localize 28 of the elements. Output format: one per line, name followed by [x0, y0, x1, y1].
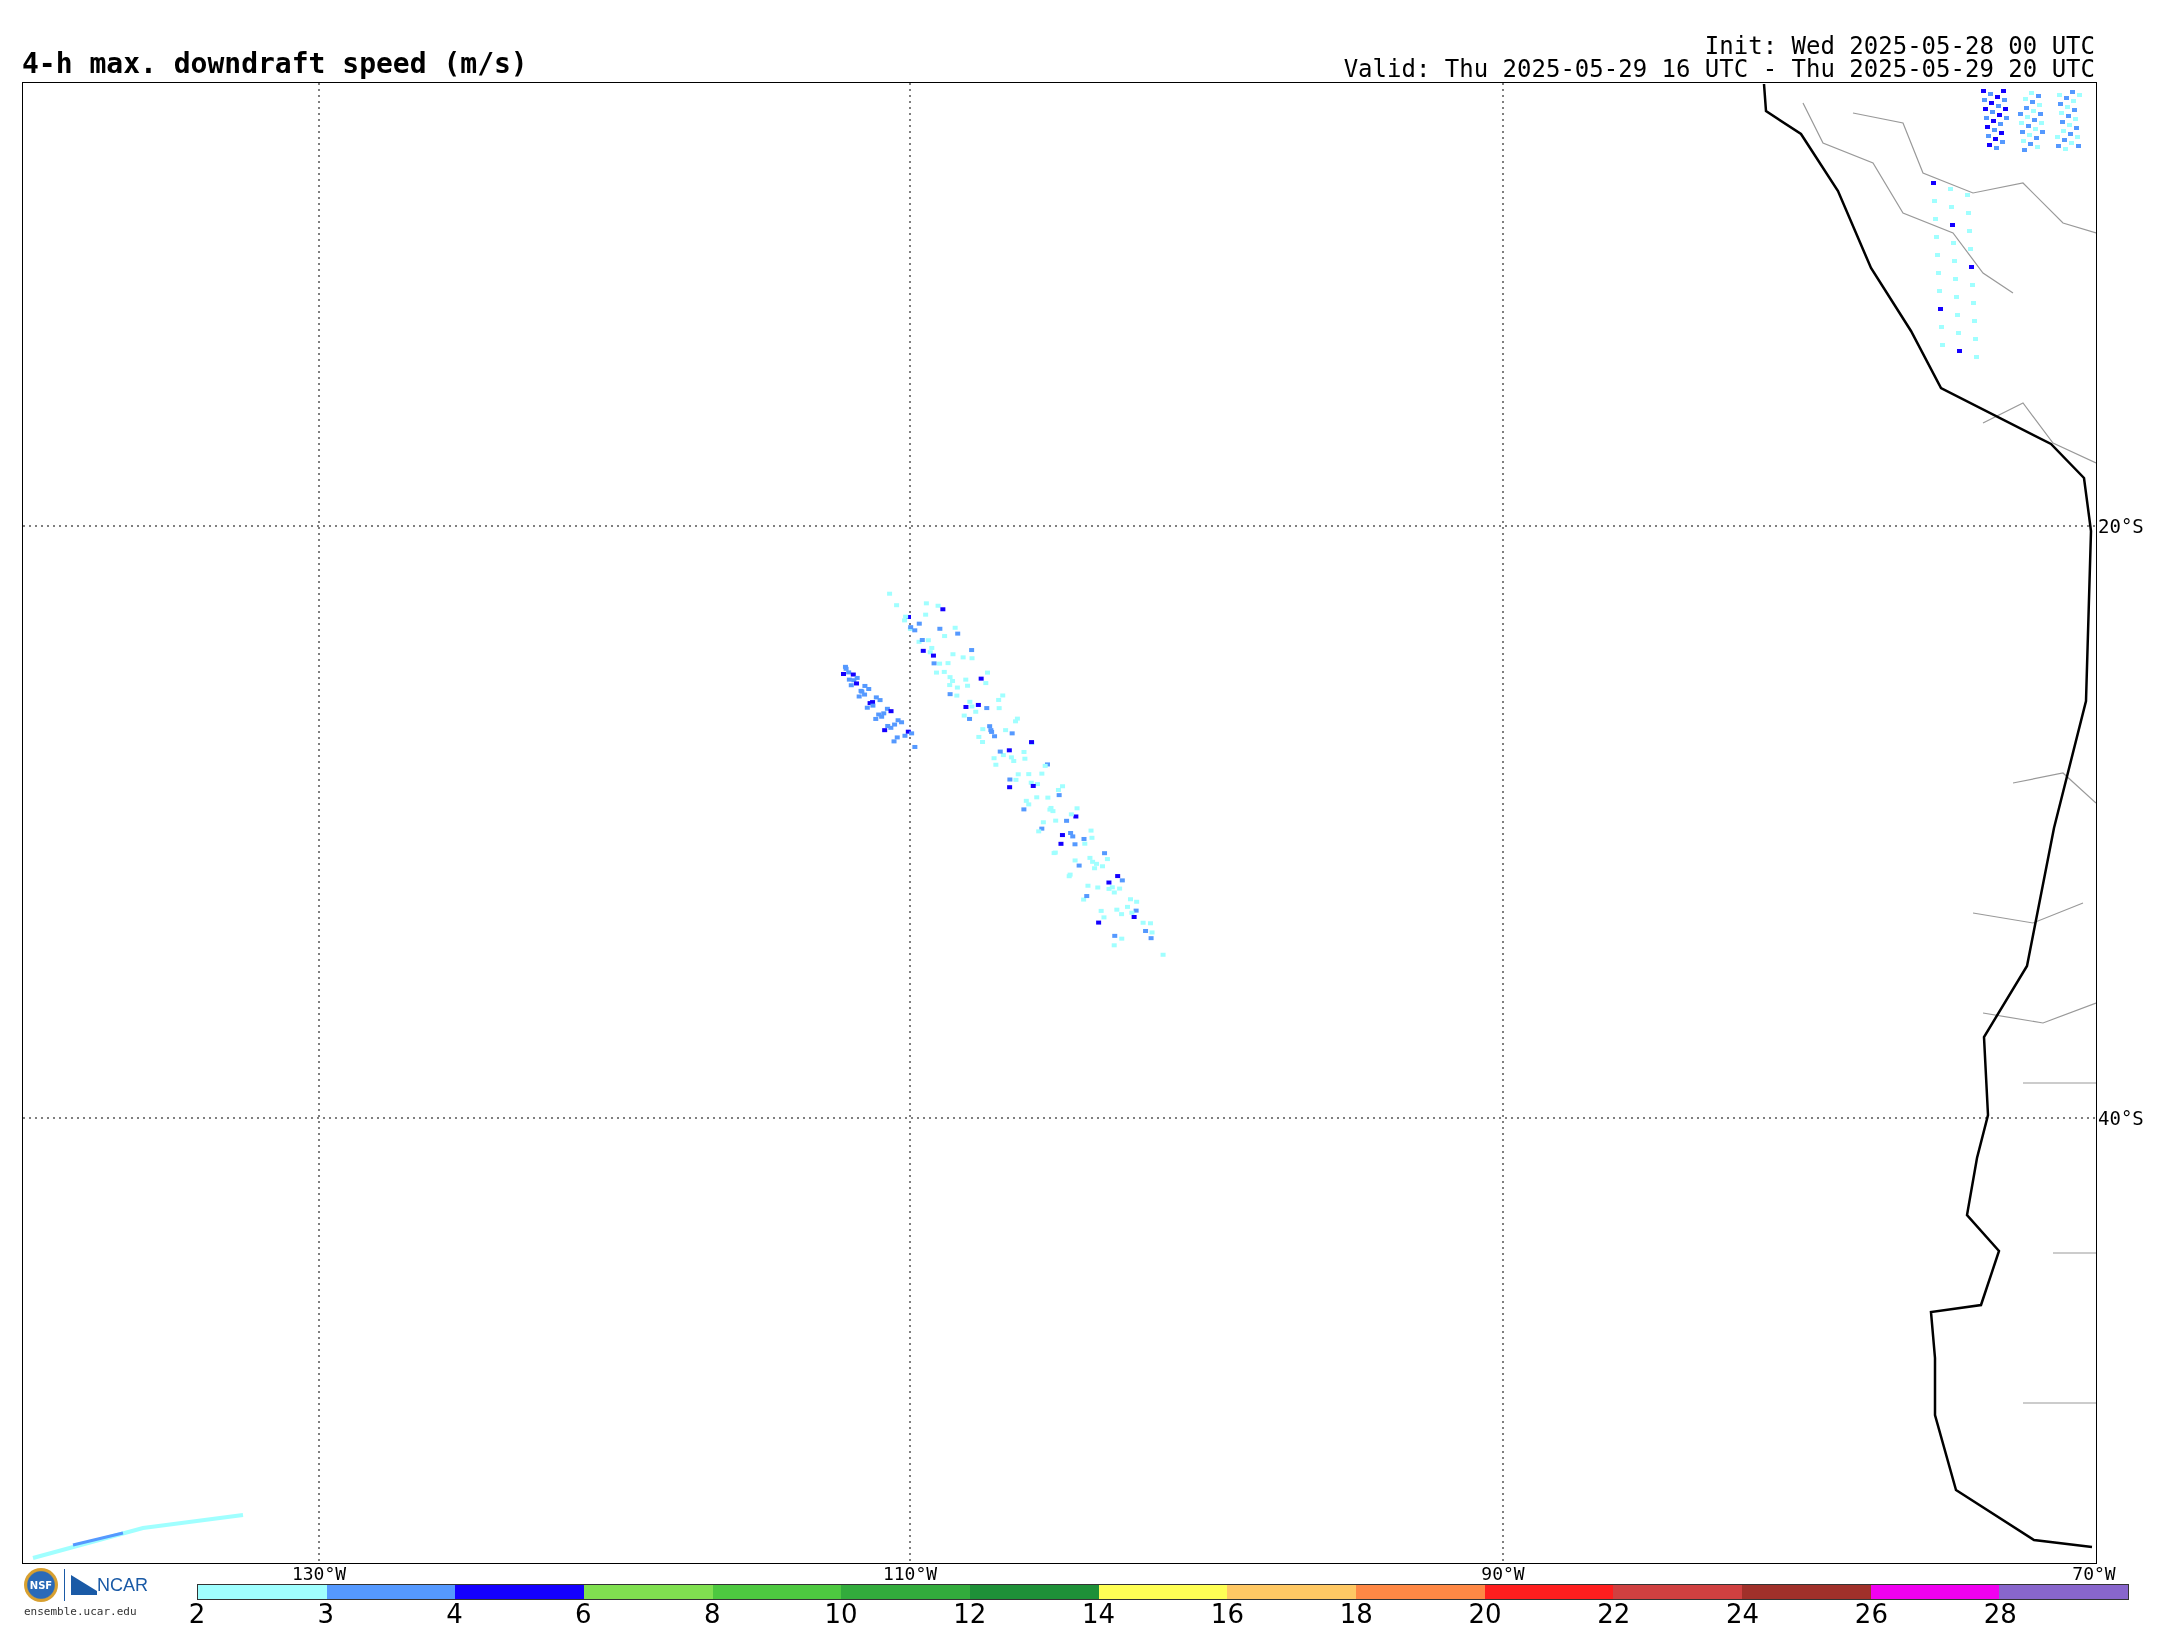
- colorbar-tick-label: 12: [953, 1600, 987, 1626]
- colorbar-tick-label: 26: [1854, 1600, 1888, 1626]
- seal-logo: NSF: [24, 1568, 58, 1602]
- latitude-label: 40°S: [2098, 1107, 2144, 1129]
- colorbar-tick-label: 8: [703, 1600, 721, 1626]
- colorbar-tick-label: 24: [1726, 1600, 1760, 1626]
- longitude-label: 110°W: [882, 1565, 938, 1582]
- site-url: ensemble.ucar.edu: [24, 1605, 137, 1618]
- colorbar-tick-label: 16: [1210, 1600, 1244, 1626]
- latitude-label: 20°S: [2098, 515, 2144, 537]
- colorbar-tick-label: 22: [1597, 1600, 1631, 1626]
- longitude-label: 90°W: [1481, 1565, 1525, 1582]
- colorbar-tick-label: 4: [446, 1600, 463, 1626]
- map-title: 4-h max. downdraft speed (m/s): [22, 49, 528, 79]
- init-time: Init: Wed 2025-05-28 00 UTC: [1703, 35, 2095, 58]
- colorbar-tick-label: 28: [1983, 1600, 2017, 1626]
- valid-time: Valid: Thu 2025-05-29 16 UTC - Thu 2025-05-29 20 UTC: [1343, 58, 2095, 81]
- longitude-label: 130°W: [291, 1565, 347, 1582]
- colorbar-tick-label: 2: [188, 1600, 206, 1626]
- colorbar-tick-label: 3: [317, 1600, 335, 1626]
- longitude-label: 70°W: [2072, 1565, 2116, 1582]
- triangle-logo-icon: [71, 1575, 97, 1595]
- ncar-wordmark: NCAR: [97, 1574, 148, 1596]
- colorbar-tick-label: 14: [1082, 1600, 1116, 1626]
- colorbar-tick-label: 6: [575, 1600, 592, 1626]
- colorbar-tick-label: 18: [1339, 1600, 1373, 1626]
- colorbar-tick-label: 20: [1468, 1600, 1502, 1626]
- colorbar-tick-label: 10: [824, 1600, 858, 1626]
